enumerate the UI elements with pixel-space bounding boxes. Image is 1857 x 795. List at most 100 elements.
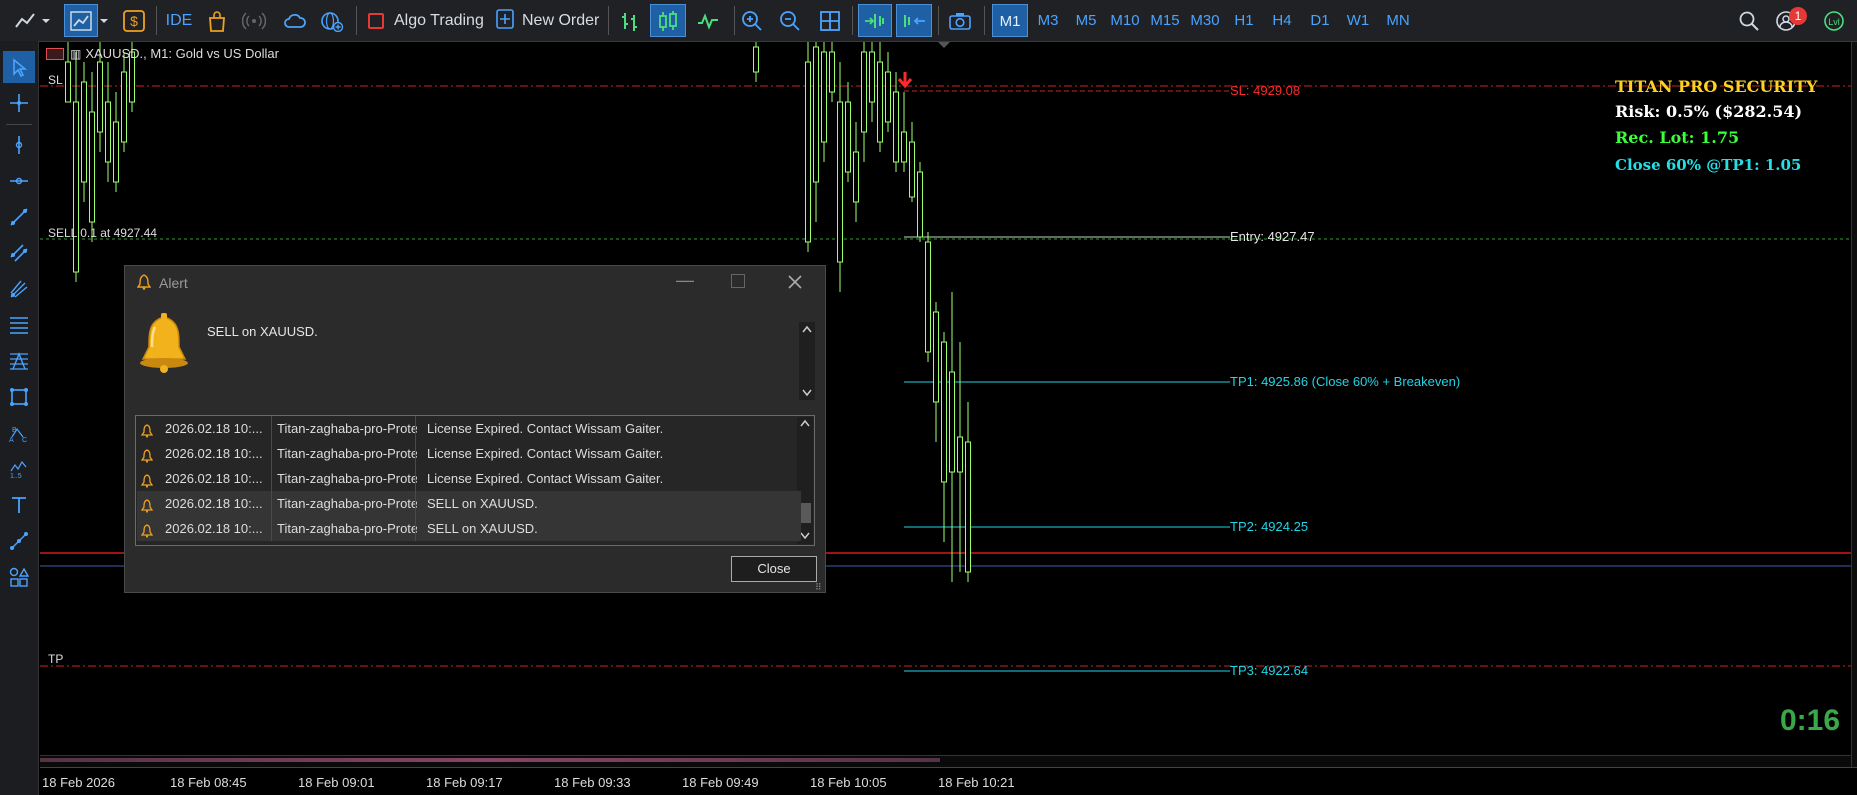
horizontal-line-icon[interactable]: [3, 165, 35, 197]
line-chart-icon[interactable]: [694, 4, 722, 37]
alert-source-cell: Titan-zaghaba-pro-Prote...: [277, 496, 417, 511]
candle-body: [81, 81, 87, 183]
candle-body: [121, 71, 127, 143]
message-scrollbar[interactable]: [799, 322, 815, 400]
resize-grip-icon[interactable]: ⠿: [815, 582, 822, 593]
text-tool-icon[interactable]: [3, 489, 35, 521]
chevron-down-icon[interactable]: [40, 4, 52, 37]
sell-order-label: SELL 0.1 at 4927.44: [48, 226, 157, 240]
cloud-icon[interactable]: [281, 4, 309, 37]
chart-title: ▥ XAUUSD., M1: Gold vs US Dollar: [46, 46, 279, 61]
timeframe-m30[interactable]: M30: [1186, 4, 1224, 37]
chevron-down-icon[interactable]: [98, 4, 110, 37]
elliott-abc-icon[interactable]: BAC: [3, 417, 35, 449]
svg-text:A: A: [9, 437, 14, 443]
tp3-price-label: TP3: 4922.64: [1230, 663, 1309, 678]
globe-add-icon[interactable]: [318, 4, 346, 37]
chart-type-icon[interactable]: [64, 4, 98, 37]
pitchfork-icon[interactable]: [3, 273, 35, 305]
polyline-icon[interactable]: [3, 525, 35, 557]
scroll-marker-icon: [938, 42, 950, 48]
candle-body: [65, 61, 71, 103]
ide-button[interactable]: IDE: [164, 4, 194, 37]
dollar-icon[interactable]: $: [120, 4, 148, 37]
alert-time-cell: 2026.02.18 10:...: [165, 421, 263, 436]
panel-risk: Risk: 0.5% ($282.54): [1615, 102, 1803, 121]
candle-body: [97, 61, 103, 133]
timeframe-m3[interactable]: M3: [1030, 4, 1066, 37]
bar-countdown: 0:16: [1780, 704, 1841, 737]
timeframe-m5[interactable]: M5: [1068, 4, 1104, 37]
alert-source-cell: Titan-zaghaba-pro-Prote...: [277, 421, 417, 436]
zoom-in-icon[interactable]: [738, 4, 766, 37]
panel-rec-lot: Rec. Lot: 1.75: [1615, 128, 1740, 147]
timeframe-m15[interactable]: M15: [1146, 4, 1184, 37]
trend-line-icon[interactable]: [3, 201, 35, 233]
screenshot-camera-icon[interactable]: [944, 4, 976, 37]
channel-icon[interactable]: [3, 237, 35, 269]
auto-scroll-icon[interactable]: [858, 4, 892, 37]
new-order-button[interactable]: New Order: [496, 4, 606, 37]
timeframe-h4[interactable]: H4: [1264, 4, 1300, 37]
alert-history-row[interactable]: 2026.02.18 10:... Titan-zaghaba-pro-Prote…: [137, 491, 801, 516]
chart-shift-icon[interactable]: [896, 4, 932, 37]
bell-large-icon: [137, 313, 191, 378]
timeframe-m1[interactable]: M1: [992, 4, 1028, 37]
column-divider: [415, 491, 416, 516]
close-icon[interactable]: [783, 270, 807, 294]
cursor-icon[interactable]: [3, 51, 35, 83]
elliott-impulse-icon[interactable]: 1..5: [3, 453, 35, 485]
alert-time-cell: 2026.02.18 10:...: [165, 521, 263, 536]
candle-body: [105, 101, 111, 163]
symbol-title: XAUUSD., M1: Gold vs US Dollar: [85, 46, 279, 61]
time-axis-label: 18 Feb 10:05: [810, 775, 887, 790]
alert-history-row[interactable]: 2026.02.18 10:... Titan-zaghaba-pro-Prote…: [137, 466, 801, 491]
timeframe-h1[interactable]: H1: [1226, 4, 1262, 37]
alert-history-row[interactable]: 2026.02.18 10:... Titan-zaghaba-pro-Prote…: [137, 416, 801, 441]
time-axis-label: 18 Feb 09:17: [426, 775, 503, 790]
timeframe-d1[interactable]: D1: [1302, 4, 1338, 37]
timeframe-w1[interactable]: W1: [1340, 4, 1376, 37]
maximize-icon[interactable]: [731, 274, 745, 288]
bar-chart-icon[interactable]: [616, 4, 644, 37]
alert-history-row[interactable]: 2026.02.18 10:... Titan-zaghaba-pro-Prote…: [137, 516, 801, 541]
svg-text:1..5: 1..5: [10, 473, 22, 479]
candle-body: [965, 441, 971, 573]
column-divider: [271, 416, 272, 441]
candle-body: [753, 46, 759, 73]
time-axis-label: 18 Feb 2026: [42, 775, 116, 790]
alert-source-cell: Titan-zaghaba-pro-Prote...: [277, 471, 417, 486]
svg-text:$: $: [130, 13, 138, 29]
candle-body: [845, 101, 851, 173]
vertical-line-icon[interactable]: [3, 129, 35, 161]
shapes-icon[interactable]: [3, 561, 35, 593]
chart-line-icon[interactable]: [12, 4, 38, 37]
candle-body: [113, 121, 119, 183]
candle-body: [949, 371, 955, 473]
close-button[interactable]: Close: [731, 556, 817, 582]
bell-row-icon: [141, 516, 159, 546]
signals-lvl-icon[interactable]: Lvl: [1820, 4, 1848, 37]
fibo-expansion-icon[interactable]: [3, 345, 35, 377]
search-icon[interactable]: [1735, 4, 1763, 37]
market-bag-icon[interactable]: [204, 4, 230, 37]
grid-tile-icon[interactable]: [816, 4, 844, 37]
column-divider: [271, 466, 272, 491]
minimize-icon[interactable]: —: [673, 270, 697, 294]
fibonacci-icon[interactable]: [3, 309, 35, 341]
alert-time-cell: 2026.02.18 10:...: [165, 496, 263, 511]
timeframe-m10[interactable]: M10: [1106, 4, 1144, 37]
alert-message: SELL on XAUUSD.: [207, 324, 318, 339]
shape-rectangle-icon[interactable]: [3, 381, 35, 413]
alert-dialog: Alert — SELL on XAUUSD. Close ⠿ 2026.02.…: [124, 265, 826, 593]
candlestick-icon[interactable]: [650, 4, 686, 37]
alert-titlebar[interactable]: Alert —: [125, 266, 825, 298]
alert-history-row[interactable]: 2026.02.18 10:... Titan-zaghaba-pro-Prote…: [137, 441, 801, 466]
zoom-out-icon[interactable]: [776, 4, 804, 37]
signal-broadcast-icon[interactable]: [240, 4, 268, 37]
candle-body: [901, 131, 907, 163]
candle-body: [925, 241, 931, 353]
crosshair-icon[interactable]: [3, 87, 35, 119]
timeframe-mn[interactable]: MN: [1378, 4, 1418, 37]
stop-square-icon: [368, 12, 384, 29]
